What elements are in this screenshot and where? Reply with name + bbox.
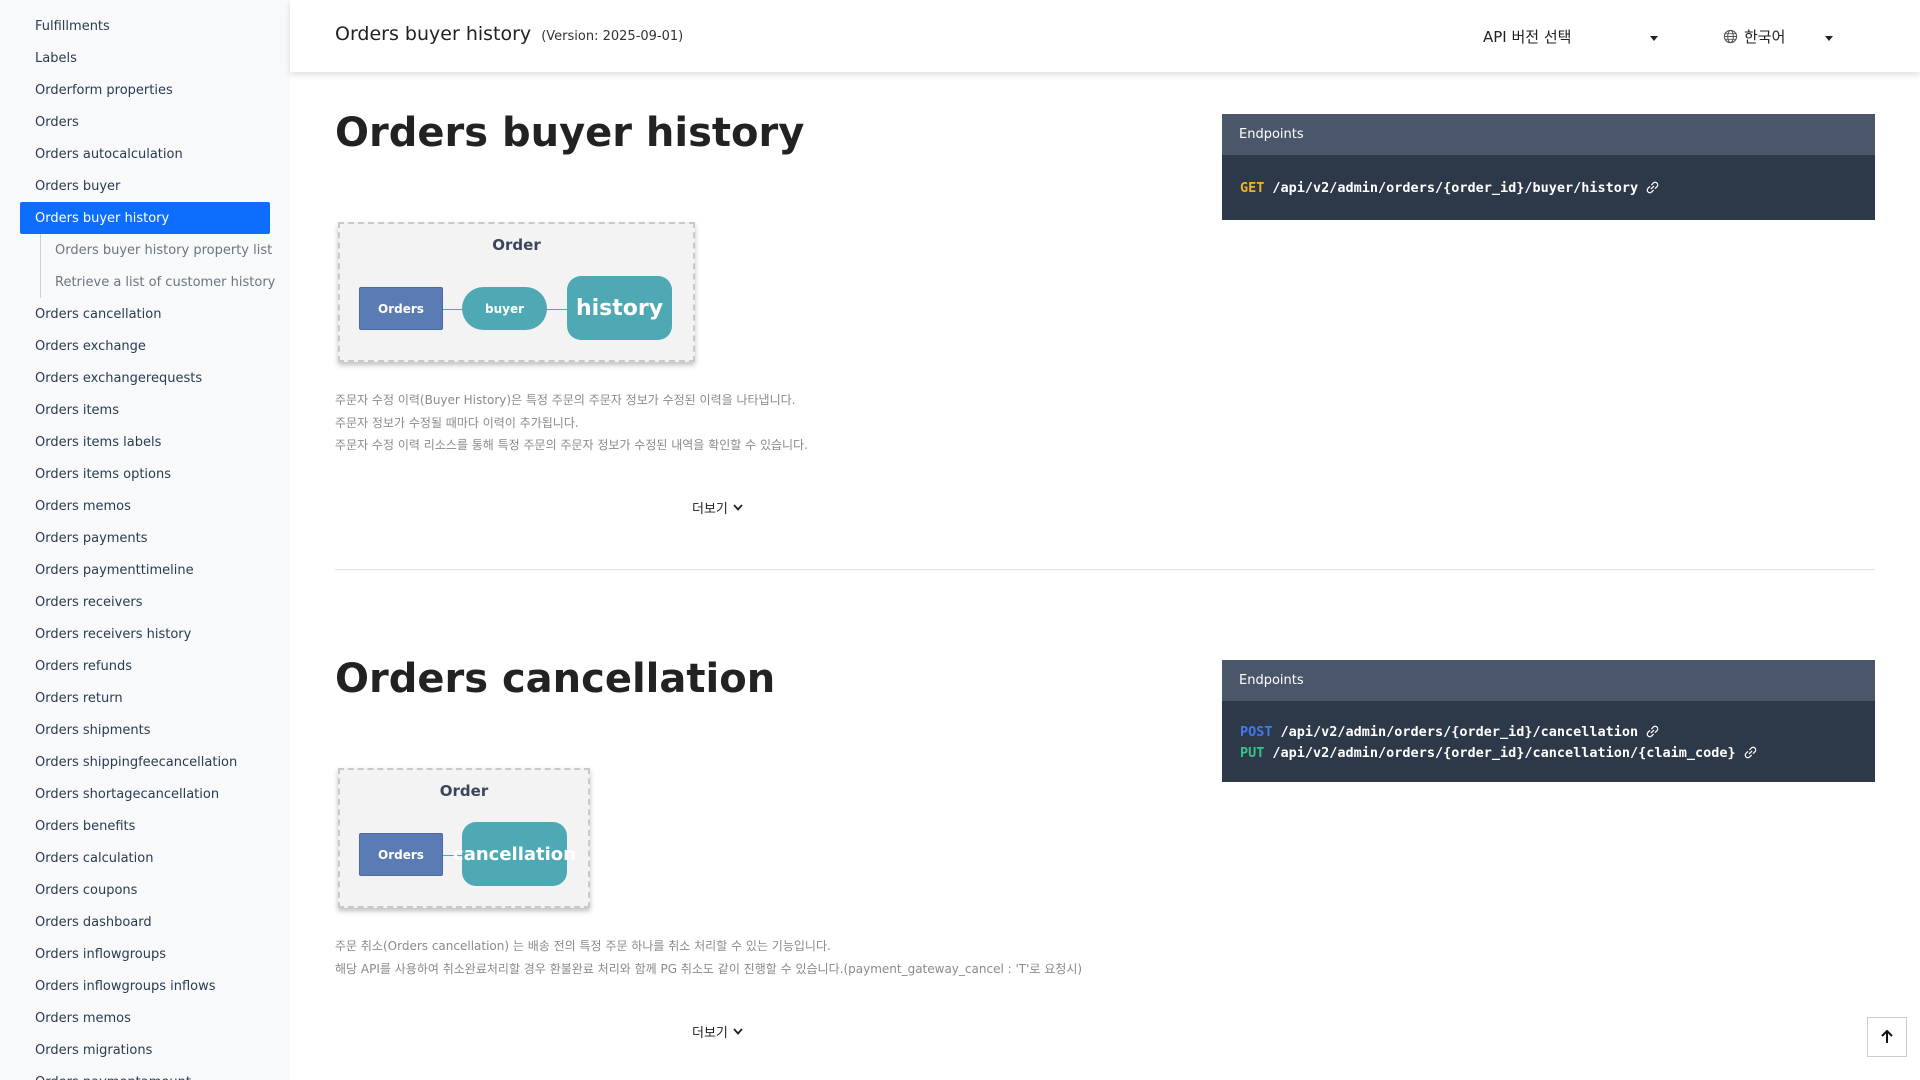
diagram-connector <box>547 309 567 310</box>
sidebar-subitem-property-list[interactable]: Orders buyer history property list <box>40 234 276 266</box>
resource-diagram: Order Orders buyer history <box>338 222 695 362</box>
more-label: 더보기 <box>692 502 728 517</box>
sidebar-item[interactable]: Orders receivers <box>20 586 270 618</box>
language-label: 한국어 <box>1744 27 1786 46</box>
scroll-top-button[interactable] <box>1867 1017 1907 1057</box>
sidebar-item-orders-buyer[interactable]: Orders buyer <box>20 170 270 202</box>
diagram-label: Order <box>439 782 489 800</box>
top-header: Orders buyer history (Version: 2025-09-0… <box>290 0 1920 72</box>
description-line: 주문자 정보가 수정될 때마다 이력이 추가됩니다. <box>335 415 579 430</box>
more-button[interactable]: 더보기 <box>692 498 743 517</box>
sidebar-item[interactable]: Orders migrations <box>20 1034 270 1066</box>
endpoint-path: /api/v2/admin/orders/{order_id}/cancella… <box>1272 744 1736 761</box>
description-line: 주문 취소(Orders cancellation) 는 배송 전의 특정 주문… <box>335 939 831 953</box>
endpoint-path: /api/v2/admin/orders/{order_id}/buyer/hi… <box>1272 179 1639 196</box>
main-content: Orders buyer history Order Orders buyer … <box>290 72 1920 1080</box>
sidebar-subitem-retrieve-list[interactable]: Retrieve a list of customer history of <box>40 266 276 298</box>
sidebar-item[interactable]: Orders dashboard <box>20 906 270 938</box>
sidebar-item[interactable]: Orders memos <box>20 1002 270 1034</box>
sidebar-item[interactable]: Orders payments <box>20 522 270 554</box>
sidebar-item[interactable]: Orders paymentamount <box>20 1066 270 1080</box>
description-line: 해당 API를 사용하여 취소완료처리할 경우 환불완료 처리와 함께 PG 취… <box>335 961 1083 976</box>
chevron-down-icon <box>733 504 743 511</box>
sidebar-item[interactable]: Orders inflowgroups <box>20 938 270 970</box>
diagram-node-history: history <box>567 276 672 340</box>
section-title: Orders buyer history <box>335 110 805 156</box>
http-method: GET <box>1240 179 1265 196</box>
caret-down-icon <box>1650 35 1658 41</box>
page-title: Orders buyer history (Version: 2025-09-0… <box>335 23 683 45</box>
language-select[interactable]: 한국어 <box>1723 24 1833 48</box>
sidebar-nav: Fulfillments Labels Orderform properties… <box>0 0 290 1080</box>
sidebar-item[interactable]: Orders memos <box>20 490 270 522</box>
endpoints-panel: Endpoints POST /api/v2/admin/orders/{ord… <box>1222 660 1875 782</box>
section-description: 주문자 수정 이력(Buyer History)은 특정 주문의 주문자 정보가… <box>335 389 808 457</box>
sidebar-item[interactable]: Orders cancellation <box>20 298 270 330</box>
http-method: PUT <box>1240 744 1265 761</box>
diagram-connector <box>443 309 462 310</box>
sidebar-item-fulfillments[interactable]: Fulfillments <box>20 10 270 42</box>
sidebar-item[interactable]: Orders exchangerequests <box>20 362 270 394</box>
chevron-down-icon <box>733 1028 743 1035</box>
sidebar-item[interactable]: Orders coupons <box>20 874 270 906</box>
sidebar-item[interactable]: Orders items <box>20 394 270 426</box>
endpoint-path: /api/v2/admin/orders/{order_id}/cancella… <box>1280 723 1639 740</box>
sidebar-item[interactable]: Orders calculation <box>20 842 270 874</box>
description-line: 주문자 수정 이력 리소스를 통해 특정 주문의 주문자 정보가 수정된 내역을… <box>335 438 808 452</box>
sidebar-item[interactable]: Orders shortagecancellation <box>20 778 270 810</box>
link-icon[interactable] <box>1744 746 1757 759</box>
sidebar-item-orders-autocalculation[interactable]: Orders autocalculation <box>20 138 270 170</box>
sidebar-item[interactable]: Orders items options <box>20 458 270 490</box>
more-label: 더보기 <box>692 1026 728 1041</box>
diagram-node-orders: Orders <box>359 287 443 330</box>
version-label: (Version: 2025-09-01) <box>541 29 684 44</box>
arrow-up-icon <box>1881 1029 1893 1043</box>
api-version-label: API 버전 선택 <box>1483 27 1572 46</box>
endpoints-header: Endpoints <box>1222 660 1875 701</box>
globe-icon <box>1723 29 1738 43</box>
sidebar-item[interactable]: Orders items labels <box>20 426 270 458</box>
diagram-node-buyer: buyer <box>462 287 547 330</box>
sidebar-item-labels[interactable]: Labels <box>20 42 270 74</box>
endpoint-row[interactable]: GET /api/v2/admin/orders/{order_id}/buye… <box>1240 177 1857 198</box>
section-description: 주문 취소(Orders cancellation) 는 배송 전의 특정 주문… <box>335 935 1082 980</box>
diagram-node-cancellation: cancellation <box>453 822 576 886</box>
sidebar-list: Fulfillments Labels Orderform properties… <box>0 0 290 1080</box>
endpoints-panel: Endpoints GET /api/v2/admin/orders/{orde… <box>1222 114 1875 220</box>
endpoint-row[interactable]: PUT /api/v2/admin/orders/{order_id}/canc… <box>1240 742 1857 763</box>
section-divider <box>335 569 1875 570</box>
endpoints-body: GET /api/v2/admin/orders/{order_id}/buye… <box>1222 155 1875 220</box>
sidebar-item-orders-buyer-history[interactable]: Orders buyer history <box>20 202 270 234</box>
sidebar-item[interactable]: Orders exchange <box>20 330 270 362</box>
diagram-node-orders: Orders <box>359 833 443 876</box>
sidebar-item[interactable]: Orders shipments <box>20 714 270 746</box>
caret-down-icon <box>1825 35 1833 41</box>
sidebar-item[interactable]: Orders shippingfeecancellation <box>20 746 270 778</box>
endpoint-row[interactable]: POST /api/v2/admin/orders/{order_id}/can… <box>1240 721 1857 742</box>
section-title: Orders cancellation <box>335 656 776 702</box>
sidebar-item[interactable]: Orders benefits <box>20 810 270 842</box>
http-method: POST <box>1240 723 1273 740</box>
endpoints-header: Endpoints <box>1222 114 1875 155</box>
resource-diagram: Order Orders cancellation <box>338 768 590 908</box>
description-line: 주문자 수정 이력(Buyer History)은 특정 주문의 주문자 정보가… <box>335 393 796 407</box>
link-icon[interactable] <box>1646 181 1659 194</box>
api-version-select[interactable]: API 버전 선택 <box>1483 24 1658 48</box>
more-button[interactable]: 더보기 <box>692 1022 743 1041</box>
sidebar-item[interactable]: Orders inflowgroups inflows <box>20 970 270 1002</box>
endpoints-body: POST /api/v2/admin/orders/{order_id}/can… <box>1222 701 1875 782</box>
link-icon[interactable] <box>1646 725 1659 738</box>
sidebar-item[interactable]: Orders receivers history <box>20 618 270 650</box>
sidebar-item[interactable]: Orders refunds <box>20 650 270 682</box>
sidebar-item[interactable]: Orders paymenttimeline <box>20 554 270 586</box>
diagram-label: Order <box>492 236 541 254</box>
page-title-text: Orders buyer history <box>335 23 532 45</box>
sidebar-item-orderform-properties[interactable]: Orderform properties <box>20 74 270 106</box>
sidebar-item[interactable]: Orders return <box>20 682 270 714</box>
sidebar-item-orders[interactable]: Orders <box>20 106 270 138</box>
